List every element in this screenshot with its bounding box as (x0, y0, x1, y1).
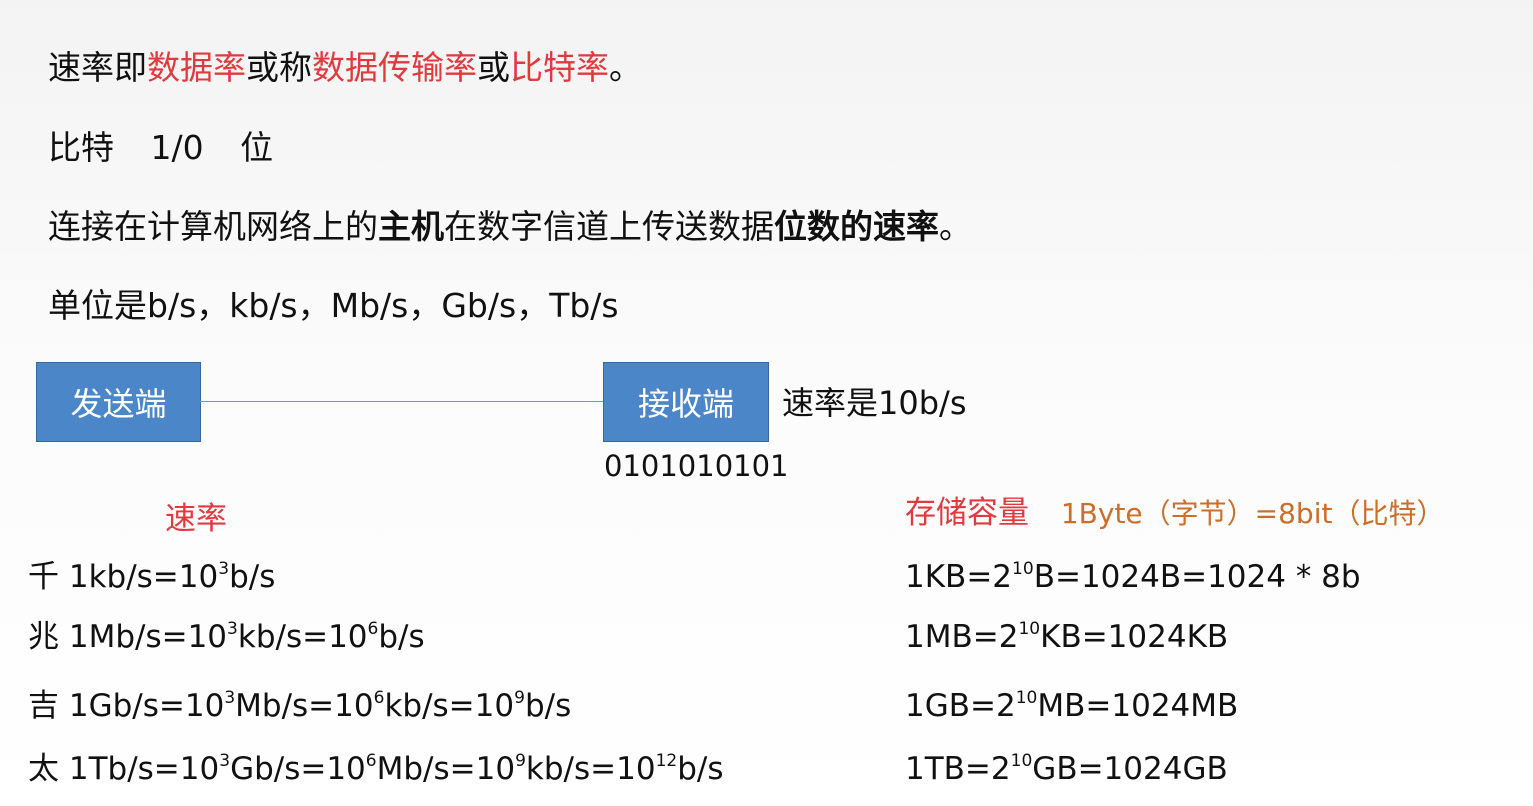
storage-formula-part: 1KB=2 (905, 559, 1013, 595)
term-data-transfer-rate: 数据传输率 (312, 48, 477, 87)
rate-formula-part: b/s (524, 688, 572, 724)
rate-exponent: 6 (365, 751, 377, 772)
bit-unit: 位 (240, 128, 274, 167)
rate-formula-part: 1Mb/s=10 (68, 619, 228, 655)
rate-exponent: 9 (514, 688, 525, 709)
rate-heading: 速率 (165, 501, 227, 537)
storage-row-tb: 1TB=210GB=1024GB (905, 750, 1228, 788)
sender-label: 发送端 (70, 385, 167, 423)
storage-formula-part: GB=1024GB (1032, 751, 1228, 787)
rate-exponent: 12 (655, 751, 678, 772)
definition-connector-1: 或称 (246, 48, 312, 87)
rate-formula-part: Mb/s=10 (235, 688, 374, 724)
rate-row-giga: 吉 1Gb/s=103Mb/s=106kb/s=109b/s (28, 687, 571, 725)
rate-exponent: 6 (373, 688, 385, 709)
rate-row-tera: 太 1Tb/s=103Gb/s=106Mb/s=109kb/s=1012b/s (28, 750, 724, 788)
sender-box: 发送端 (36, 362, 201, 442)
rate-formula-part: b/s (378, 619, 425, 655)
rate-formula-part: 1kb/s=10 (68, 559, 219, 595)
storage-exponent: 10 (1018, 619, 1041, 640)
storage-heading: 存储容量 (905, 495, 1029, 531)
host-period: 。 (939, 207, 972, 246)
storage-formula-part: 1GB=2 (905, 688, 1016, 724)
storage-exponent: 10 (1012, 559, 1034, 580)
units-prefix: 单位是 (48, 286, 147, 325)
bit-sequence: 0101010101 (604, 449, 789, 483)
definition-prefix: 速率即 (48, 48, 147, 87)
rate-formula-part: b/s (229, 559, 276, 595)
term-bit-rate: 比特率 (510, 48, 609, 87)
storage-formula-part: MB=1024MB (1037, 688, 1239, 724)
receiver-box: 接收端 (603, 362, 769, 442)
units-line: 单位是b/s，kb/s，Mb/s，Gb/s，Tb/s (48, 286, 619, 326)
storage-header: 存储容量 1Byte（字节）=8bit（比特） (905, 494, 1444, 533)
rate-formula-part: Mb/s=10 (376, 751, 516, 787)
definition-period: 。 (609, 48, 642, 87)
bit-word: 比特 (48, 128, 114, 167)
bit-value: 1/0 (150, 128, 204, 167)
rate-prefix: 兆 (28, 619, 59, 655)
rate-formula-part: kb/s=10 (237, 619, 368, 655)
bit-line: 比特 1/0 位 (48, 128, 273, 168)
rate-formula-part: Gb/s=10 (230, 751, 366, 787)
host-bold-rate: 位数的速率 (774, 207, 939, 246)
storage-row-gb: 1GB=210MB=1024MB (905, 687, 1238, 725)
storage-row-kb: 1KB=210B=1024B=1024 * 8b (905, 558, 1361, 596)
rate-exponent: 3 (224, 688, 236, 709)
rate-row-kilo: 千 1kb/s=103b/s (28, 558, 275, 596)
rate-note: 速率是10b/s (782, 384, 967, 422)
rate-exponent: 3 (219, 751, 231, 772)
rate-exponent: 6 (367, 619, 379, 640)
units-list: b/s，kb/s，Mb/s，Gb/s，Tb/s (147, 286, 619, 325)
host-text-1: 连接在计算机网络上的 (48, 207, 378, 246)
rate-formula-part: kb/s=10 (384, 688, 515, 724)
storage-formula-part: B=1024B=1024 * 8b (1033, 559, 1361, 595)
rate-formula-part: kb/s=10 (525, 751, 656, 787)
storage-formula-part: 1TB=2 (905, 751, 1011, 787)
link-line (200, 401, 603, 402)
rate-formula-part: 1Gb/s=10 (68, 688, 225, 724)
rate-formula-part: 1Tb/s=10 (68, 751, 220, 787)
byte-bit-note: 1Byte（字节）=8bit（比特） (1060, 497, 1445, 530)
rate-prefix: 吉 (28, 688, 59, 724)
rate-exponent: 3 (227, 619, 238, 640)
rate-exponent: 3 (218, 559, 230, 580)
storage-formula-part: 1MB=2 (905, 619, 1019, 655)
storage-exponent: 10 (1010, 751, 1033, 772)
host-line: 连接在计算机网络上的主机在数字信道上传送数据位数的速率。 (48, 207, 972, 247)
storage-row-mb: 1MB=210KB=1024KB (905, 618, 1228, 656)
rate-prefix: 千 (28, 559, 59, 595)
storage-exponent: 10 (1015, 688, 1038, 709)
rate-exponent: 9 (515, 751, 526, 772)
host-text-2: 在数字信道上传送数据 (444, 207, 774, 246)
definition-line: 速率即数据率或称数据传输率或比特率。 (48, 48, 642, 88)
storage-formula-part: KB=1024KB (1040, 619, 1229, 655)
receiver-label: 接收端 (637, 385, 734, 423)
term-data-rate: 数据率 (147, 48, 246, 87)
definition-connector-2: 或 (477, 48, 510, 87)
rate-prefix: 太 (28, 751, 59, 787)
rate-row-mega: 兆 1Mb/s=103kb/s=106b/s (28, 618, 425, 656)
rate-formula-part: b/s (677, 751, 724, 787)
host-bold-host: 主机 (378, 207, 444, 246)
